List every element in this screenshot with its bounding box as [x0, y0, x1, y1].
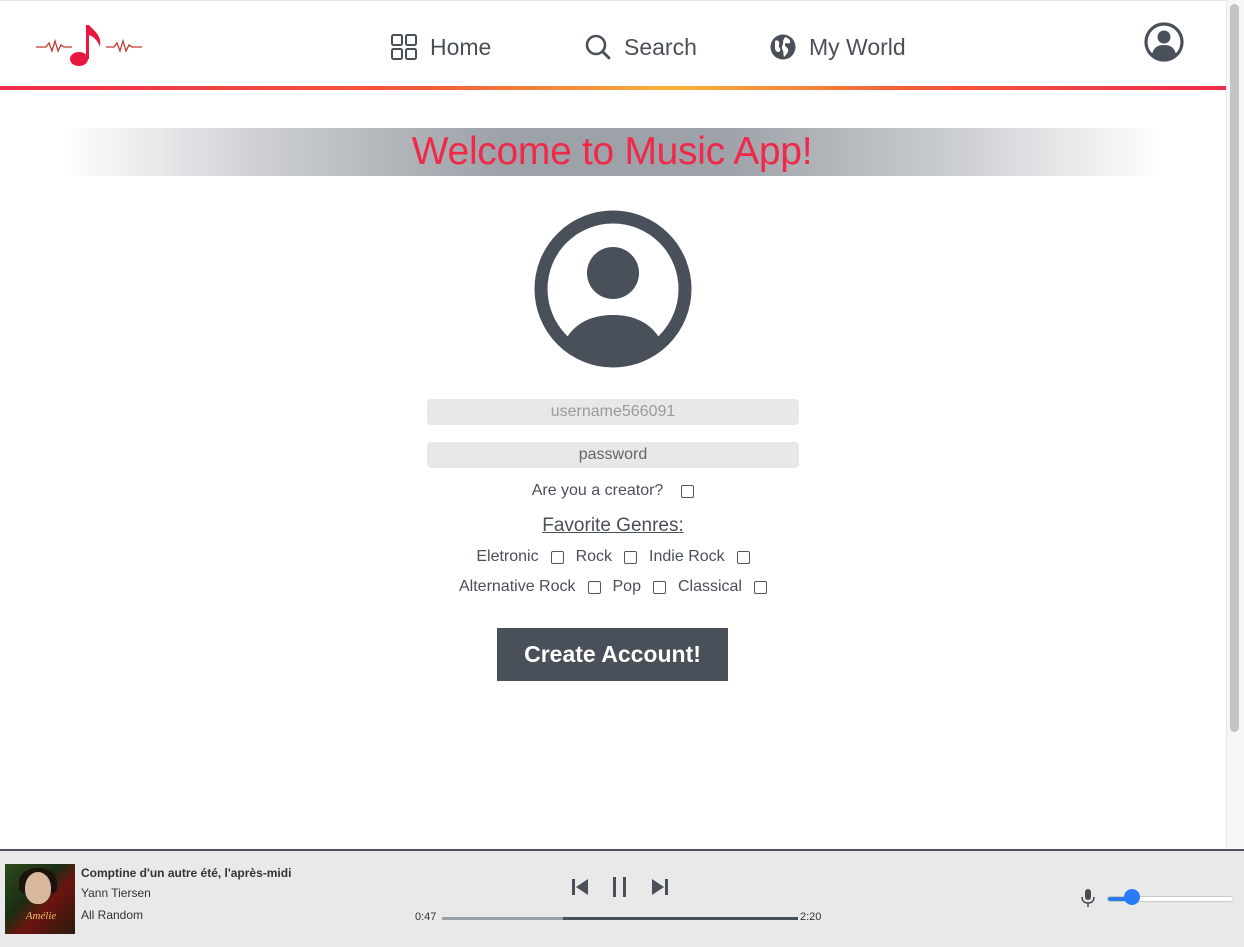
genre-option[interactable]: Classical [678, 578, 767, 596]
genre-label: Classical [677, 578, 742, 595]
genres-row-1: Eletronic Rock Indie Rock [0, 548, 1226, 566]
music-note-logo-icon[interactable] [36, 21, 142, 71]
track-album: All Random [81, 908, 144, 922]
welcome-banner: Welcome to Music App! [62, 128, 1162, 176]
creator-row: Are you a creator? [0, 482, 1226, 500]
track-title: Comptine d'un autre été, l'après-midi [81, 866, 292, 880]
username-field[interactable] [427, 399, 799, 425]
album-cover[interactable]: Amélie [5, 864, 75, 934]
genre-checkbox[interactable] [550, 550, 564, 564]
genre-label: Pop [612, 578, 641, 595]
grid-icon [391, 34, 417, 60]
track-progress-bar[interactable] [442, 917, 798, 920]
pause-icon[interactable] [609, 875, 631, 899]
genre-checkbox[interactable] [587, 580, 601, 594]
header-gradient-divider [0, 86, 1226, 90]
globe-icon [770, 34, 796, 60]
search-icon [585, 34, 611, 60]
page-scrollbar[interactable] [1226, 0, 1244, 848]
user-circle-icon[interactable] [1143, 21, 1185, 63]
genres-heading-row: Favorite Genres: [0, 515, 1226, 537]
genre-option[interactable]: Eletronic [476, 548, 564, 566]
track-artist: Yann Tiersen [81, 886, 151, 900]
genre-option[interactable]: Indie Rock [649, 548, 750, 566]
genres-row-2: Alternative Rock Pop Classical [0, 578, 1226, 596]
genre-option[interactable]: Alternative Rock [459, 578, 601, 596]
creator-checkbox[interactable] [681, 484, 695, 498]
nav-home-label: Home [430, 33, 492, 60]
cover-face-shape [25, 872, 51, 904]
nav-my-world-label: My World [809, 33, 906, 60]
track-progress-fill [442, 917, 564, 920]
genre-checkbox[interactable] [753, 580, 767, 594]
current-time: 0:47 [415, 911, 437, 923]
skip-back-icon[interactable] [569, 875, 591, 899]
creator-label: Are you a creator? [531, 482, 664, 499]
welcome-title: Welcome to Music App! [411, 130, 813, 173]
scrollbar-thumb[interactable] [1230, 4, 1239, 732]
genre-checkbox[interactable] [652, 580, 666, 594]
nav-search-label: Search [624, 33, 697, 60]
genre-label: Indie Rock [649, 548, 725, 565]
genre-option[interactable]: Pop [613, 578, 666, 596]
create-account-button[interactable]: Create Account! [497, 628, 728, 681]
genre-label: Eletronic [476, 548, 539, 565]
cover-text: Amélie [25, 910, 57, 922]
nav-search[interactable]: Search [584, 29, 697, 65]
top-nav-bar: Home Search My World [0, 0, 1226, 90]
avatar-placeholder-icon [534, 210, 692, 368]
genres-title: Favorite Genres: [542, 515, 684, 536]
genre-checkbox[interactable] [736, 550, 750, 564]
genre-label: Alternative Rock [459, 578, 576, 595]
volume-knob[interactable] [1124, 889, 1141, 905]
total-time: 2:20 [800, 911, 822, 923]
music-player-bar: Amélie Comptine d'un autre été, l'après-… [0, 849, 1244, 947]
genre-label: Rock [575, 548, 613, 565]
genre-option[interactable]: Rock [575, 548, 638, 566]
password-field[interactable] [427, 442, 799, 468]
genre-checkbox[interactable] [624, 550, 638, 564]
mic-icon[interactable] [1080, 888, 1096, 908]
skip-forward-icon[interactable] [649, 875, 671, 899]
nav-home[interactable]: Home [390, 29, 491, 65]
nav-my-world[interactable]: My World [769, 29, 906, 65]
